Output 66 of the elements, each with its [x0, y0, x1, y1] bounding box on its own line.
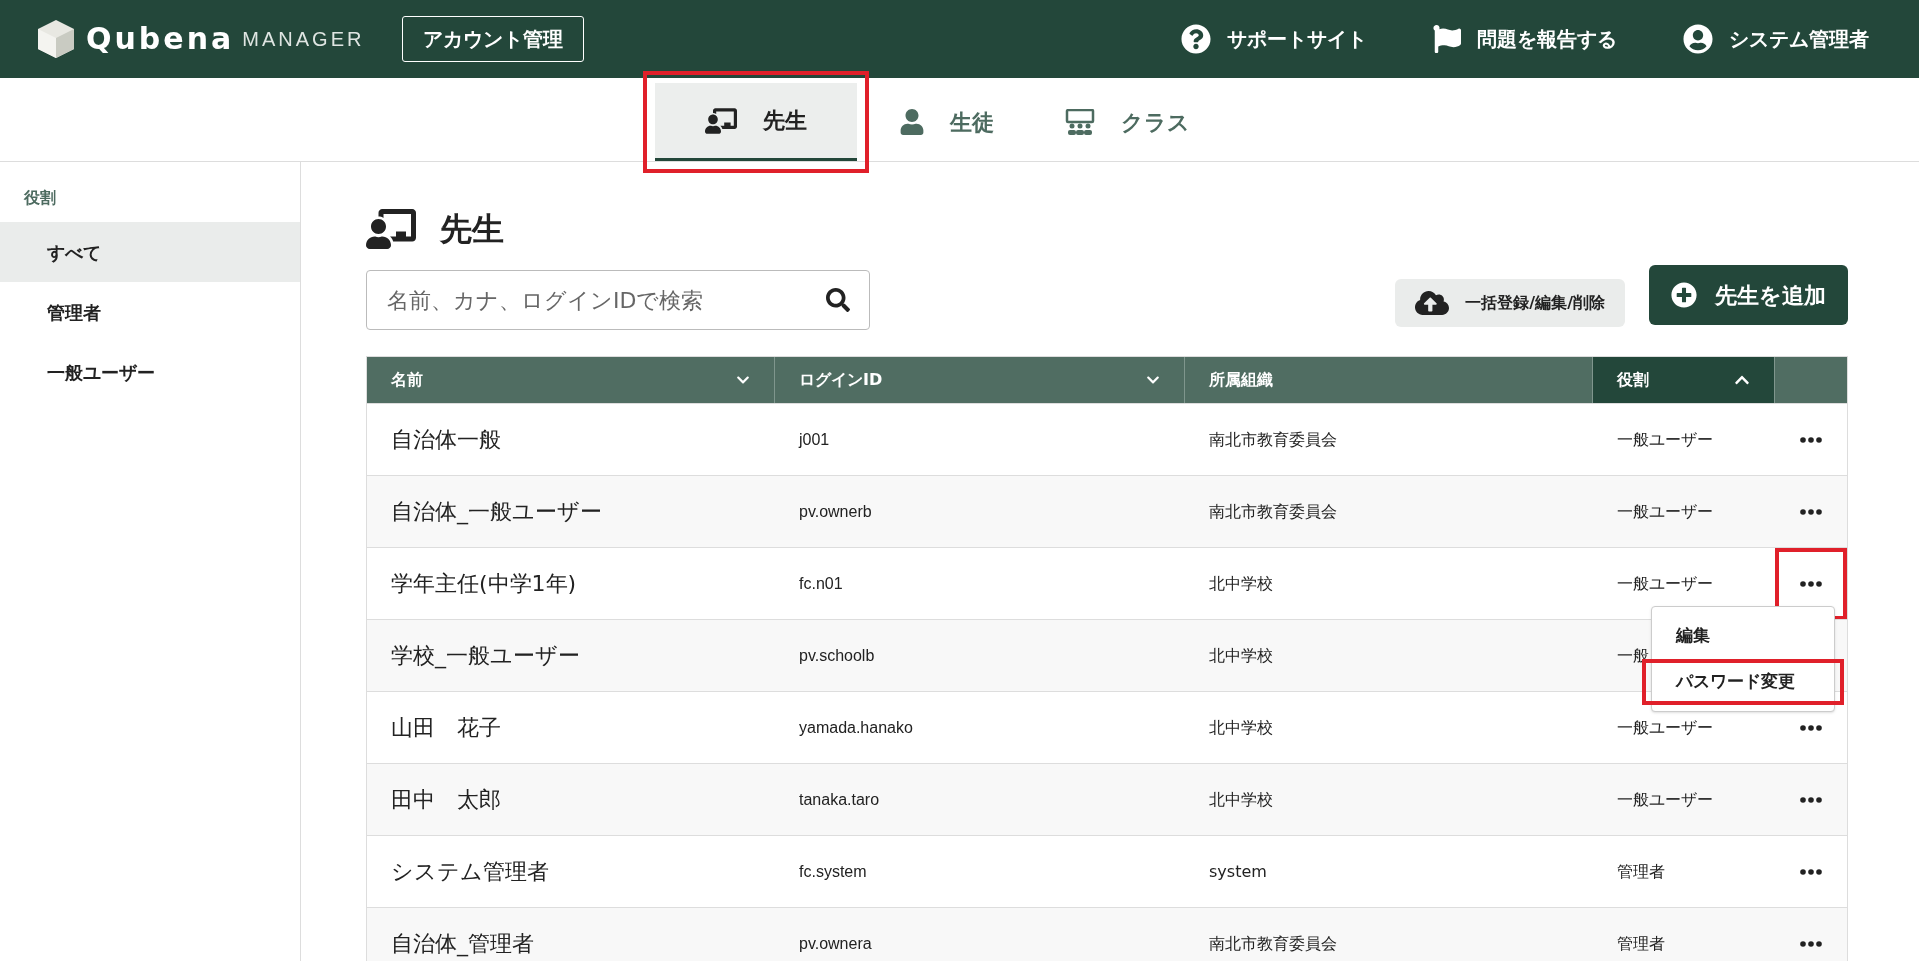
table-cell-text: 学年主任(中学1年)	[390, 570, 578, 598]
table-cell-text: pv.schoolb	[798, 645, 876, 666]
menu-item[interactable]: パスワード変更	[1642, 659, 1844, 705]
table-cell: 一般ユーザー	[1617, 501, 1713, 521]
sidebar-item[interactable]: 一般ユーザー	[0, 342, 300, 402]
teacher-icon	[705, 106, 737, 135]
tab[interactable]: 生徒	[857, 83, 1037, 161]
sidebar-item[interactable]: すべて	[0, 222, 300, 282]
flag-icon	[1433, 25, 1461, 53]
table-cell-text: 北中学校	[1208, 716, 1274, 739]
ellipsis-icon	[1800, 796, 1822, 803]
ellipsis-icon	[1800, 580, 1822, 587]
table-cell-text: 学校_一般ユーザー	[390, 642, 581, 671]
plus-icon	[1671, 282, 1697, 308]
group-icon	[1064, 109, 1095, 135]
table-cell: 一般ユーザー	[1617, 789, 1713, 809]
person-icon	[900, 109, 924, 135]
table-cell-text: j001	[797, 429, 831, 450]
table-cell-text: 自治体_管理者	[390, 930, 535, 959]
table-cell-text: 北中学校	[1208, 788, 1274, 811]
table-cell-text: システム管理者	[390, 858, 550, 886]
table-cell-text: 自治体_一般ユーザー	[390, 498, 603, 527]
table-cell: 一般ユーザー	[1617, 429, 1713, 449]
table-cell-text: 南北市教育委員会	[1208, 428, 1338, 451]
table-cell: 管理者	[1617, 933, 1665, 953]
table-cell-text: pv.ownera	[798, 933, 873, 954]
sidebar-item[interactable]: 管理者	[0, 282, 300, 342]
table-cell-text: 南北市教育委員会	[1208, 932, 1338, 955]
table-cell: 管理者	[1617, 861, 1665, 881]
table-cell-text: 北中学校	[1208, 644, 1274, 667]
logo-text: Qubena	[86, 24, 235, 54]
user-icon	[1683, 24, 1713, 54]
table-cell-text: tanaka.taro	[798, 789, 881, 810]
bulk-edit-button[interactable]: 一括登録/編集/削除	[1395, 279, 1625, 327]
table-cell-text: yamada.hanako	[798, 717, 914, 738]
add-teacher-button[interactable]: 先生を追加	[1649, 265, 1848, 325]
table-cell: 一般ユーザー	[1617, 573, 1713, 593]
table-cell-text: 北中学校	[1208, 572, 1274, 595]
ellipsis-icon	[1800, 868, 1822, 875]
column-header[interactable]: 役割	[1593, 357, 1775, 403]
table-cell-text: 自治体一般	[390, 426, 502, 454]
table-cell-text: system	[1208, 860, 1268, 883]
ellipsis-icon	[1800, 724, 1822, 731]
teacher-icon	[366, 208, 416, 250]
help-icon	[1181, 24, 1211, 54]
table-cell-text: 南北市教育委員会	[1208, 500, 1338, 523]
tab[interactable]: クラス	[1037, 83, 1217, 161]
logo-subtitle: MANAGER	[242, 27, 365, 52]
page-title: 先生	[440, 209, 504, 250]
table-cell-text: fc.system	[798, 861, 868, 882]
header-link[interactable]: 問題を報告する	[1433, 24, 1617, 54]
table-cell-text: 山田 花子	[390, 714, 502, 742]
ellipsis-icon	[1800, 940, 1822, 947]
cloud-upload-icon	[1415, 289, 1450, 317]
search-icon	[826, 288, 850, 312]
header-link[interactable]: システム管理者	[1683, 24, 1869, 54]
table-cell: 一般ユーザー	[1617, 717, 1713, 737]
ellipsis-icon	[1800, 508, 1822, 515]
sidebar-heading: 役割	[23, 187, 57, 209]
table-cell-text: pv.ownerb	[798, 501, 873, 522]
search-field[interactable]: 名前、カナ、ログインIDで検索	[366, 270, 870, 330]
table-cell-text: fc.n01	[798, 573, 844, 594]
account-management-button[interactable]: アカウント管理	[402, 16, 585, 62]
table-cell-text: 田中 太郎	[390, 786, 502, 814]
ellipsis-icon	[1800, 436, 1822, 443]
header-link[interactable]: サポートサイト	[1181, 24, 1367, 54]
